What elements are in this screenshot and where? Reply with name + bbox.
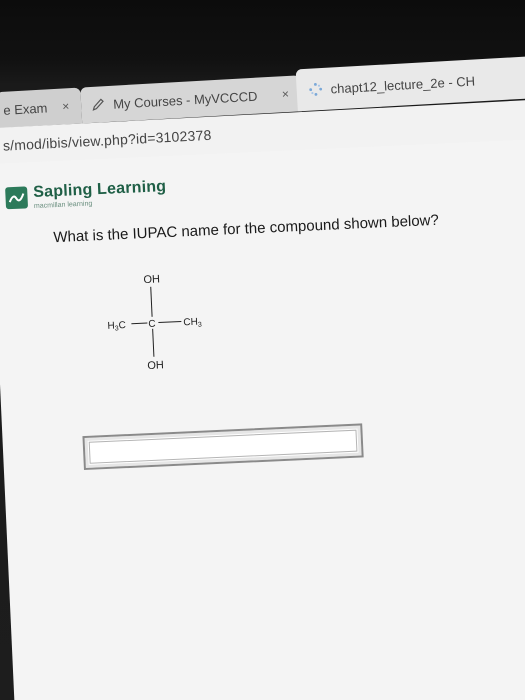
loading-icon <box>309 82 323 96</box>
answer-box[interactable] <box>82 423 364 471</box>
tab-label: e Exam <box>2 99 48 118</box>
bond-right <box>158 320 182 324</box>
group-right: CH3 <box>183 317 202 330</box>
close-icon[interactable]: × <box>62 99 70 113</box>
bond-bottom <box>152 328 155 357</box>
bond-top <box>150 286 153 317</box>
sapling-learning-logo: Sapling Learning macmillan learning <box>5 178 167 211</box>
close-icon[interactable]: × <box>281 87 289 101</box>
answer-input[interactable] <box>88 429 358 464</box>
tab-label: My Courses - MyVCCCD <box>112 88 258 112</box>
question-text: What is the IUPAC name for the compound … <box>53 211 440 247</box>
tab-label: chapt12_lecture_2e - CH <box>330 72 476 97</box>
page-content: Sapling Learning macmillan learning What… <box>0 137 525 700</box>
tab-exam[interactable]: e Exam × <box>0 87 83 129</box>
pencil-icon <box>92 98 104 111</box>
group-top: OH <box>143 273 160 286</box>
group-left: H3C <box>107 320 126 333</box>
structure-diagram: OH OH H3C C CH3 <box>107 273 202 372</box>
screen: e Exam × My Courses - MyVCCCD × chapt12_… <box>0 0 525 700</box>
group-bottom: OH <box>147 359 164 372</box>
center-atom: C <box>148 319 156 330</box>
bond-left <box>131 322 148 325</box>
url-text[interactable]: s/mod/ibis/view.php?id=3102378 <box>3 127 212 154</box>
sapling-logo-icon <box>5 186 29 210</box>
